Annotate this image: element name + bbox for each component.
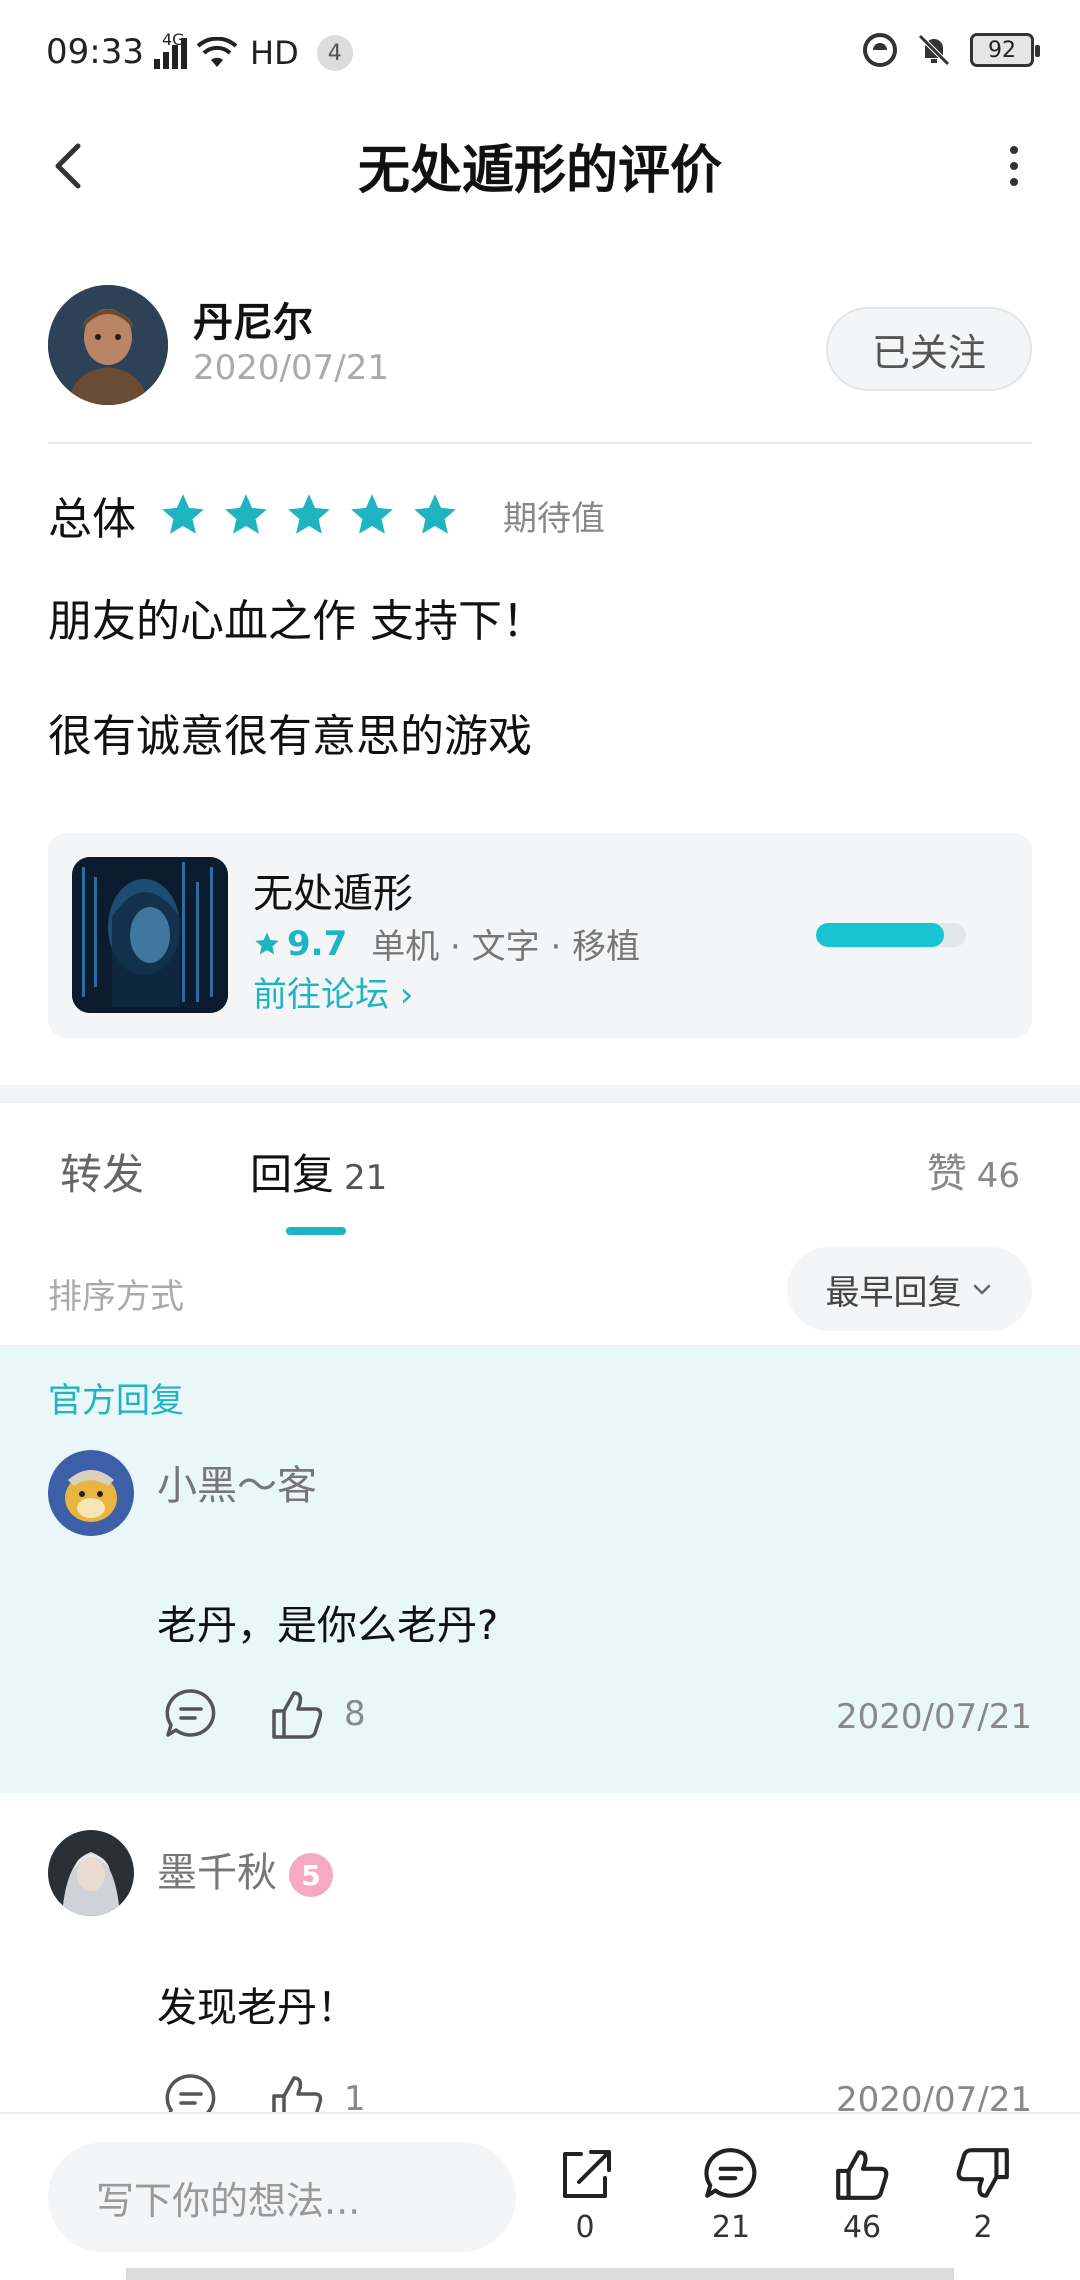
chevron-down-icon <box>973 1284 990 1295</box>
more-options-icon[interactable] <box>984 136 1044 196</box>
commenter-name-row: 墨千秋 5 <box>157 1840 333 1898</box>
reply-tabs: 转发 回复 21 赞 46 <box>0 1103 1080 1235</box>
rating-row: 总体 期待值 <box>48 485 605 545</box>
tab-reply[interactable]: 回复 21 <box>250 1141 387 1202</box>
user-level-badge: 5 <box>289 1853 333 1897</box>
comment-button[interactable]: 21 <box>686 2144 776 2245</box>
status-right-group: 92 <box>862 32 1040 68</box>
star-icon <box>288 494 330 534</box>
like-button[interactable]: 46 <box>817 2144 907 2245</box>
commenter-name[interactable]: 小黑～客 <box>157 1453 317 1511</box>
rating-label: 总体 <box>48 494 136 545</box>
battery-icon: 92 <box>970 33 1040 67</box>
author-name[interactable]: 丹尼尔 <box>193 290 313 348</box>
game-card[interactable]: 无处遁形 9.7 单机 · 文字 · 移植 前往论坛 › <box>48 833 1032 1038</box>
tab-like-count: 46 <box>976 1156 1020 1196</box>
game-meta: 9.7 单机 · 文字 · 移植 <box>253 919 640 968</box>
tab-reply-label: 回复 <box>250 1150 335 1199</box>
dislike-button[interactable]: 2 <box>938 2144 1028 2245</box>
comment-actions: 8 <box>162 1685 366 1743</box>
comment-text: 发现老丹！ <box>157 1985 357 2031</box>
star-icon <box>351 494 393 534</box>
tab-reply-count: 21 <box>344 1158 388 1198</box>
share-button[interactable]: 0 <box>540 2144 630 2245</box>
network-type-label: 4G <box>162 30 185 49</box>
official-reply-label: 官方回复 <box>48 1381 184 1421</box>
mute-bell-icon <box>918 34 950 66</box>
review-date: 2020/07/21 <box>193 348 389 388</box>
share-icon <box>563 2150 611 2198</box>
review-author: 丹尼尔 2020/07/21 已关注 <box>48 285 1032 410</box>
page-title: 无处遁形的评价 <box>357 141 722 201</box>
bottom-action-bar: 写下你的想法... 0 21 46 2 <box>0 2112 1080 2280</box>
status-signal-group: 4G HD 4 <box>148 30 353 72</box>
forum-link[interactable]: 前往论坛 › <box>253 967 413 1016</box>
sort-label: 排序方式 <box>48 1277 184 1317</box>
section-separator <box>0 1085 1080 1103</box>
battery-level: 92 <box>988 37 1016 63</box>
review-text-line: 朋友的心血之作 支持下！ <box>48 596 546 647</box>
game-tags: 单机 · 文字 · 移植 <box>371 927 641 967</box>
thumbs-up-icon <box>836 2150 889 2200</box>
thumbs-down-icon <box>956 2148 1009 2198</box>
dislike-count: 2 <box>973 2210 993 2245</box>
tab-like[interactable]: 赞 46 <box>927 1141 1020 1199</box>
game-name: 无处遁形 <box>253 871 413 917</box>
commenter-avatar[interactable] <box>48 1450 134 1536</box>
follow-button[interactable]: 已关注 <box>826 307 1032 391</box>
nav-bar: 无处遁形的评价 <box>0 110 1080 220</box>
review-text-line: 很有诚意很有意思的游戏 <box>48 711 532 762</box>
commenter-name[interactable]: 墨千秋 <box>157 1850 277 1896</box>
tab-forward[interactable]: 转发 <box>60 1141 144 1202</box>
star-icon <box>255 931 279 954</box>
comment-text: 老丹，是你么老丹? <box>157 1603 499 1649</box>
sort-dropdown[interactable]: 最早回复 <box>787 1247 1032 1331</box>
comment-date: 2020/07/21 <box>836 1697 1032 1737</box>
star-icon <box>162 494 204 534</box>
notification-count-badge: 4 <box>316 35 353 71</box>
star-icon <box>225 494 267 534</box>
gesture-bar <box>126 2268 954 2280</box>
like-total: 46 <box>842 2210 882 2245</box>
vpn-icon <box>863 33 897 67</box>
like-count: 8 <box>344 1694 366 1734</box>
sort-selected: 最早回复 <box>825 1272 962 1313</box>
author-avatar[interactable] <box>48 285 168 405</box>
share-count: 0 <box>575 2210 595 2245</box>
sort-row: 排序方式 最早回复 <box>0 1245 1080 1340</box>
star-icon <box>414 494 456 534</box>
wifi-icon <box>196 37 238 67</box>
tab-active-indicator <box>286 1227 346 1235</box>
game-progress-fill <box>816 923 944 947</box>
hd-indicator: HD <box>250 34 299 72</box>
game-icon <box>72 857 228 1013</box>
official-reply-section: 官方回复 小黑～客 老丹，是你么老丹? 8 2020/07/21 <box>0 1345 1080 1793</box>
comment-count: 21 <box>711 2210 751 2245</box>
commenter-avatar[interactable] <box>48 1830 134 1916</box>
status-time: 09:33 <box>46 32 144 72</box>
reply-icon[interactable] <box>162 1685 220 1743</box>
comment-input[interactable]: 写下你的想法... <box>48 2142 516 2252</box>
status-bar: 09:33 4G HD 4 92 <box>0 0 1080 110</box>
rating-tag: 期待值 <box>503 498 605 539</box>
game-score: 9.7 <box>287 923 348 964</box>
star-rating <box>158 490 473 540</box>
thumbs-up-icon[interactable] <box>268 1685 326 1743</box>
comment-icon <box>704 2148 757 2198</box>
divider <box>48 442 1032 444</box>
game-progress-bar <box>816 923 966 947</box>
tab-like-label: 赞 <box>926 1151 967 1197</box>
